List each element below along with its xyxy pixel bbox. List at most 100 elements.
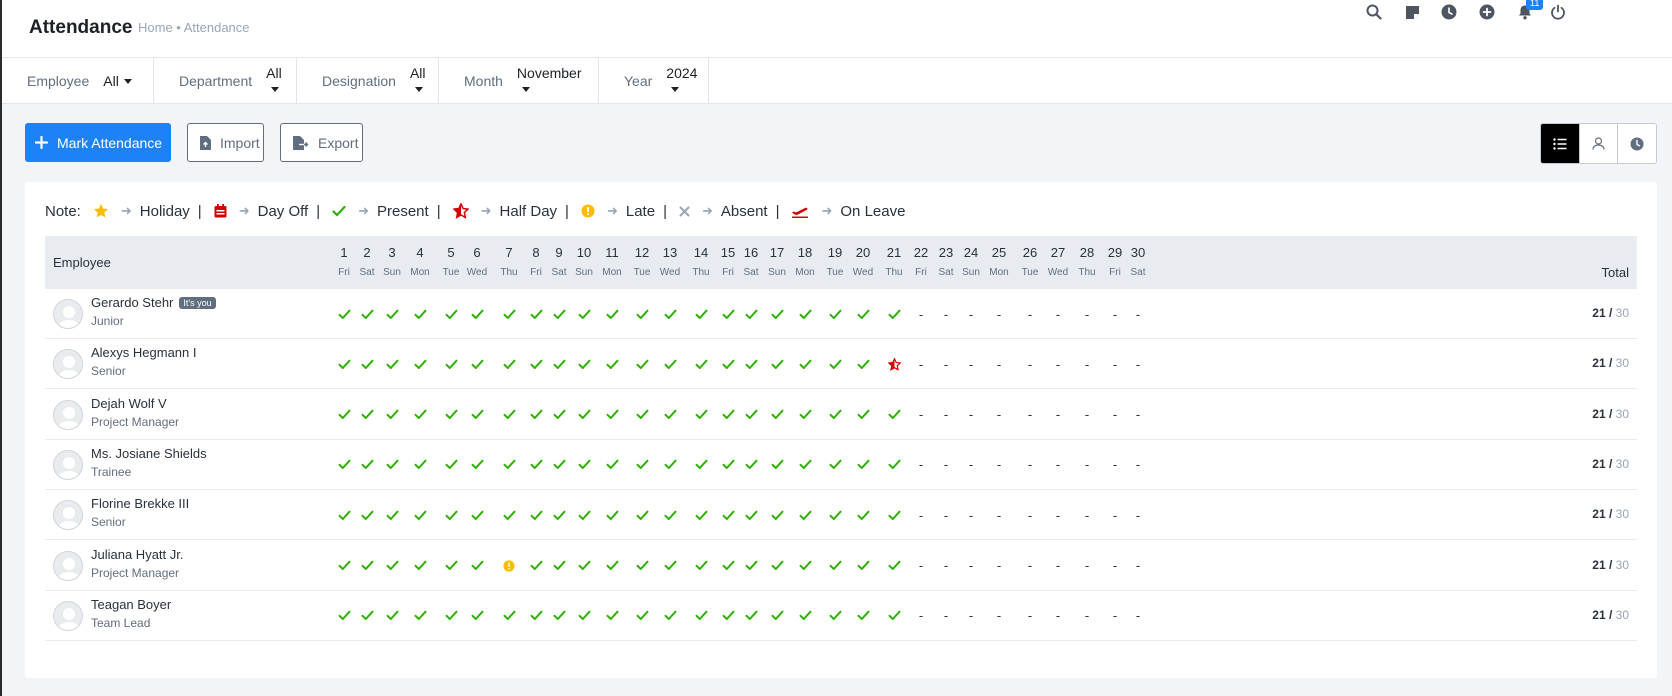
present-check-icon[interactable] <box>524 305 548 323</box>
employee-name-text[interactable]: Teagan Boyer <box>91 597 171 612</box>
filter-department-select[interactable]: All <box>266 65 282 97</box>
present-check-icon[interactable] <box>408 557 432 575</box>
present-check-icon[interactable] <box>439 456 463 474</box>
present-check-icon[interactable] <box>547 506 571 524</box>
present-check-icon[interactable] <box>600 456 624 474</box>
present-check-icon[interactable] <box>355 456 379 474</box>
present-check-icon[interactable] <box>408 607 432 625</box>
present-check-icon[interactable] <box>823 406 847 424</box>
present-check-icon[interactable] <box>497 607 521 625</box>
present-check-icon[interactable] <box>332 607 356 625</box>
clock-view-icon[interactable] <box>1618 124 1656 163</box>
present-check-icon[interactable] <box>716 305 740 323</box>
employee-name[interactable]: Alexys Hegmann I <box>91 345 197 360</box>
present-check-icon[interactable] <box>851 607 875 625</box>
present-check-icon[interactable] <box>439 557 463 575</box>
present-check-icon[interactable] <box>355 406 379 424</box>
present-check-icon[interactable] <box>332 305 356 323</box>
sticky-note-icon[interactable] <box>1401 0 1423 24</box>
present-check-icon[interactable] <box>882 506 906 524</box>
present-check-icon[interactable] <box>524 355 548 373</box>
present-check-icon[interactable] <box>689 506 713 524</box>
present-check-icon[interactable] <box>497 305 521 323</box>
employee-name[interactable]: Gerardo Stehr It's you <box>91 295 216 310</box>
present-check-icon[interactable] <box>739 355 763 373</box>
avatar[interactable] <box>53 600 83 631</box>
present-check-icon[interactable] <box>765 557 789 575</box>
present-check-icon[interactable] <box>882 456 906 474</box>
present-check-icon[interactable] <box>332 355 356 373</box>
present-check-icon[interactable] <box>793 557 817 575</box>
present-check-icon[interactable] <box>882 557 906 575</box>
employee-name[interactable]: Florine Brekke III <box>91 496 189 511</box>
present-check-icon[interactable] <box>716 355 740 373</box>
filter-department[interactable]: Department All <box>154 58 297 104</box>
present-check-icon[interactable] <box>408 355 432 373</box>
present-check-icon[interactable] <box>739 506 763 524</box>
present-check-icon[interactable] <box>658 355 682 373</box>
present-check-icon[interactable] <box>355 305 379 323</box>
present-check-icon[interactable] <box>689 305 713 323</box>
filter-designation[interactable]: Designation All <box>297 58 439 104</box>
present-check-icon[interactable] <box>465 607 489 625</box>
present-check-icon[interactable] <box>524 506 548 524</box>
present-check-icon[interactable] <box>882 305 906 323</box>
present-check-icon[interactable] <box>408 506 432 524</box>
present-check-icon[interactable] <box>380 406 404 424</box>
present-check-icon[interactable] <box>332 456 356 474</box>
present-check-icon[interactable] <box>439 607 463 625</box>
present-check-icon[interactable] <box>851 355 875 373</box>
filter-employee[interactable]: Employee All <box>2 58 154 104</box>
employee-name-text[interactable]: Gerardo Stehr <box>91 295 173 310</box>
search-icon[interactable] <box>1363 0 1385 24</box>
present-check-icon[interactable] <box>630 607 654 625</box>
present-check-icon[interactable] <box>882 607 906 625</box>
present-check-icon[interactable] <box>689 607 713 625</box>
export-button[interactable]: Export <box>280 123 363 162</box>
present-check-icon[interactable] <box>630 456 654 474</box>
present-check-icon[interactable] <box>380 557 404 575</box>
present-check-icon[interactable] <box>355 355 379 373</box>
present-check-icon[interactable] <box>716 557 740 575</box>
filter-year-select[interactable]: 2024 <box>666 65 697 97</box>
present-check-icon[interactable] <box>793 456 817 474</box>
present-check-icon[interactable] <box>765 406 789 424</box>
present-check-icon[interactable] <box>497 355 521 373</box>
present-check-icon[interactable] <box>497 506 521 524</box>
present-check-icon[interactable] <box>380 607 404 625</box>
present-check-icon[interactable] <box>355 506 379 524</box>
present-check-icon[interactable] <box>600 506 624 524</box>
present-check-icon[interactable] <box>630 557 654 575</box>
present-check-icon[interactable] <box>793 506 817 524</box>
employee-name[interactable]: Juliana Hyatt Jr. <box>91 547 184 562</box>
employee-name[interactable]: Ms. Josiane Shields <box>91 446 207 461</box>
present-check-icon[interactable] <box>572 557 596 575</box>
present-check-icon[interactable] <box>497 456 521 474</box>
present-check-icon[interactable] <box>765 355 789 373</box>
present-check-icon[interactable] <box>630 305 654 323</box>
present-check-icon[interactable] <box>793 305 817 323</box>
list-view-icon[interactable] <box>1541 124 1580 163</box>
present-check-icon[interactable] <box>572 305 596 323</box>
employee-name[interactable]: Dejah Wolf V <box>91 396 167 411</box>
avatar[interactable] <box>53 399 83 430</box>
present-check-icon[interactable] <box>465 456 489 474</box>
present-check-icon[interactable] <box>882 406 906 424</box>
present-check-icon[interactable] <box>793 355 817 373</box>
half-day-star-icon[interactable] <box>882 355 906 373</box>
present-check-icon[interactable] <box>547 557 571 575</box>
present-check-icon[interactable] <box>439 355 463 373</box>
present-check-icon[interactable] <box>439 305 463 323</box>
present-check-icon[interactable] <box>658 557 682 575</box>
person-view-icon[interactable] <box>1580 124 1619 163</box>
present-check-icon[interactable] <box>497 406 521 424</box>
present-check-icon[interactable] <box>572 355 596 373</box>
present-check-icon[interactable] <box>524 557 548 575</box>
present-check-icon[interactable] <box>765 456 789 474</box>
present-check-icon[interactable] <box>823 305 847 323</box>
present-check-icon[interactable] <box>765 506 789 524</box>
present-check-icon[interactable] <box>465 506 489 524</box>
present-check-icon[interactable] <box>739 557 763 575</box>
present-check-icon[interactable] <box>465 406 489 424</box>
present-check-icon[interactable] <box>716 456 740 474</box>
